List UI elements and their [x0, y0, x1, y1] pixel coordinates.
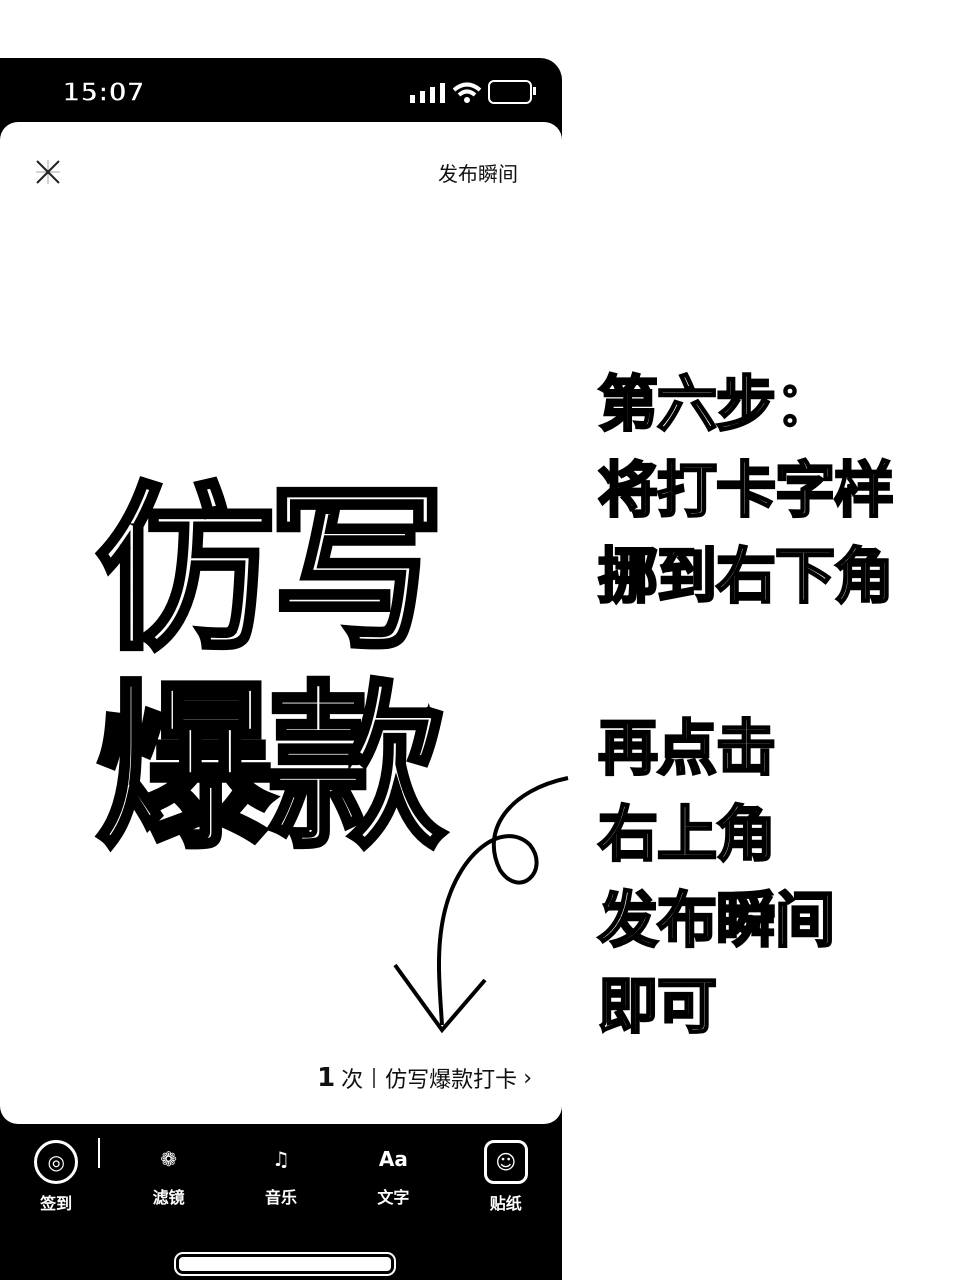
instruction-line: 第六步： [597, 369, 837, 442]
close-icon[interactable] [34, 158, 62, 186]
tool-filter[interactable]: ❁ 滤镜 [129, 1140, 209, 1210]
music-icon: ♫ [272, 1147, 290, 1171]
home-indicator[interactable] [176, 1254, 394, 1274]
tool-label: 滤镜 [152, 1188, 185, 1207]
instruction-line: 即可 [597, 971, 719, 1044]
instruction-line: 将打卡字样 [597, 455, 896, 528]
filter-icon: ❁ [160, 1147, 177, 1171]
status-time: 15:07 [58, 77, 149, 109]
curved-arrow-icon [393, 776, 569, 1034]
wifi-icon [452, 82, 482, 103]
phone-frame: 15:07 发布瞬间 仿写 爆款 1 次 仿写爆款打卡 › ◎ 签到 ❁ 滤镜 … [0, 58, 562, 1280]
tool-sticker[interactable]: ☺ 贴纸 [466, 1140, 546, 1213]
tool-label: 签到 [40, 1194, 73, 1213]
status-bar: 15:07 [0, 58, 562, 122]
tool-label: 文字 [377, 1188, 410, 1207]
sticker-icon: ☺ [483, 1140, 528, 1184]
checkin-icon: ◎ [34, 1140, 79, 1184]
tool-music[interactable]: ♫ 音乐 [241, 1140, 321, 1210]
checkin-tag[interactable]: 1 次 仿写爆款打卡 › [317, 1062, 532, 1094]
battery-icon [488, 80, 536, 104]
tool-text[interactable]: Aa 文字 [353, 1140, 433, 1210]
checkin-count: 1 [317, 1063, 336, 1093]
status-icons [409, 80, 536, 104]
instruction-line: 挪到右下角 [597, 541, 896, 614]
chevron-right-icon: › [523, 1065, 532, 1091]
instruction-line: 发布瞬间 [597, 885, 837, 958]
tool-checkin[interactable]: ◎ 签到 [16, 1140, 96, 1213]
bottom-toolbar: ◎ 签到 ❁ 滤镜 ♫ 音乐 Aa 文字 ☺ 贴纸 [0, 1140, 562, 1213]
text-icon: Aa [378, 1147, 408, 1171]
signal-icon [409, 82, 446, 104]
checkin-unit: 次 [341, 1068, 364, 1093]
publish-button[interactable]: 发布瞬间 [438, 158, 518, 187]
instruction-text: 第六步： 将打卡字样 挪到右下角 再点击 右上角 发布瞬间 即可 [597, 362, 928, 1050]
checkin-separator [373, 1068, 376, 1088]
tool-label: 音乐 [264, 1188, 297, 1207]
instruction-line: 右上角 [597, 799, 778, 872]
checkin-label: 仿写爆款打卡 [385, 1068, 518, 1093]
instruction-line: 再点击 [597, 713, 778, 786]
cover-title-line1: 仿写 [94, 467, 449, 674]
tool-label: 贴纸 [489, 1194, 522, 1213]
